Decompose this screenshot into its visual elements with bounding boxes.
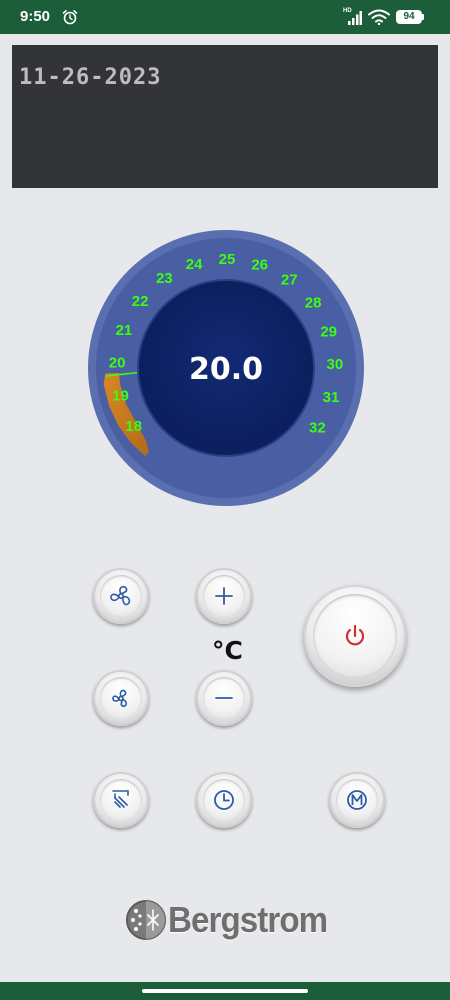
power-icon [345, 624, 365, 646]
fan-speed-button[interactable] [93, 568, 149, 624]
dial-scale-label: 24 [186, 256, 203, 273]
fan-icon [110, 585, 131, 606]
minus-icon [215, 697, 233, 699]
dial-scale-label: 18 [125, 418, 142, 435]
date-text: 11-26-2023 [19, 65, 162, 90]
dial-scale-label: 21 [116, 322, 133, 339]
dial-scale-label: 27 [281, 271, 298, 288]
airflow-icon [112, 790, 129, 808]
dial-scale-label: 30 [327, 356, 344, 373]
dial-scale-label: 19 [112, 387, 129, 404]
wifi-icon [368, 9, 390, 25]
alarm-clock-icon [62, 10, 78, 25]
gesture-handle[interactable] [142, 989, 308, 993]
brand-name: Bergstrom [168, 899, 328, 940]
dial-scale-label: 20 [109, 354, 126, 371]
brand-logo: Bergstrom [124, 896, 334, 946]
clock-icon [214, 790, 234, 810]
status-time: 9:50 [20, 8, 51, 25]
mode-m-icon [347, 790, 367, 810]
dial-scale-label: 28 [305, 294, 322, 311]
timer-button[interactable] [196, 772, 252, 828]
temperature-up-button[interactable] [196, 568, 252, 624]
system-navigation-bar [0, 982, 450, 1000]
temperature-dial[interactable]: 20.0 18 19 20 21 22 23 24 25 26 27 28 29 30 31 32 [86, 230, 366, 506]
battery-indicator: 94 [396, 10, 422, 24]
bergstrom-logo-mark-icon [126, 900, 166, 940]
power-button[interactable] [304, 585, 406, 687]
dial-scale-label: 22 [132, 293, 149, 310]
status-bar: 9:50 HD 94 [0, 0, 450, 34]
cell-signal-icon [348, 11, 362, 25]
dial-scale-label: 29 [320, 324, 337, 341]
date-display-panel: 11-26-2023 [12, 45, 438, 188]
temperature-down-button[interactable] [196, 670, 252, 726]
mode-button[interactable] [329, 772, 385, 828]
temperature-readout: 20.0 [189, 352, 263, 387]
plus-icon [215, 587, 233, 605]
dial-scale-label: 26 [251, 256, 268, 273]
fan-icon [112, 689, 127, 708]
dial-scale-label: 25 [219, 251, 236, 268]
airflow-direction-button[interactable] [93, 772, 149, 828]
dial-scale-label: 23 [156, 270, 173, 287]
dial-scale-label: 32 [309, 419, 326, 436]
temperature-unit-label: °C [212, 636, 243, 665]
fan-mode-button[interactable] [93, 670, 149, 726]
dial-scale-label: 31 [323, 389, 340, 406]
battery-tip [422, 14, 424, 20]
